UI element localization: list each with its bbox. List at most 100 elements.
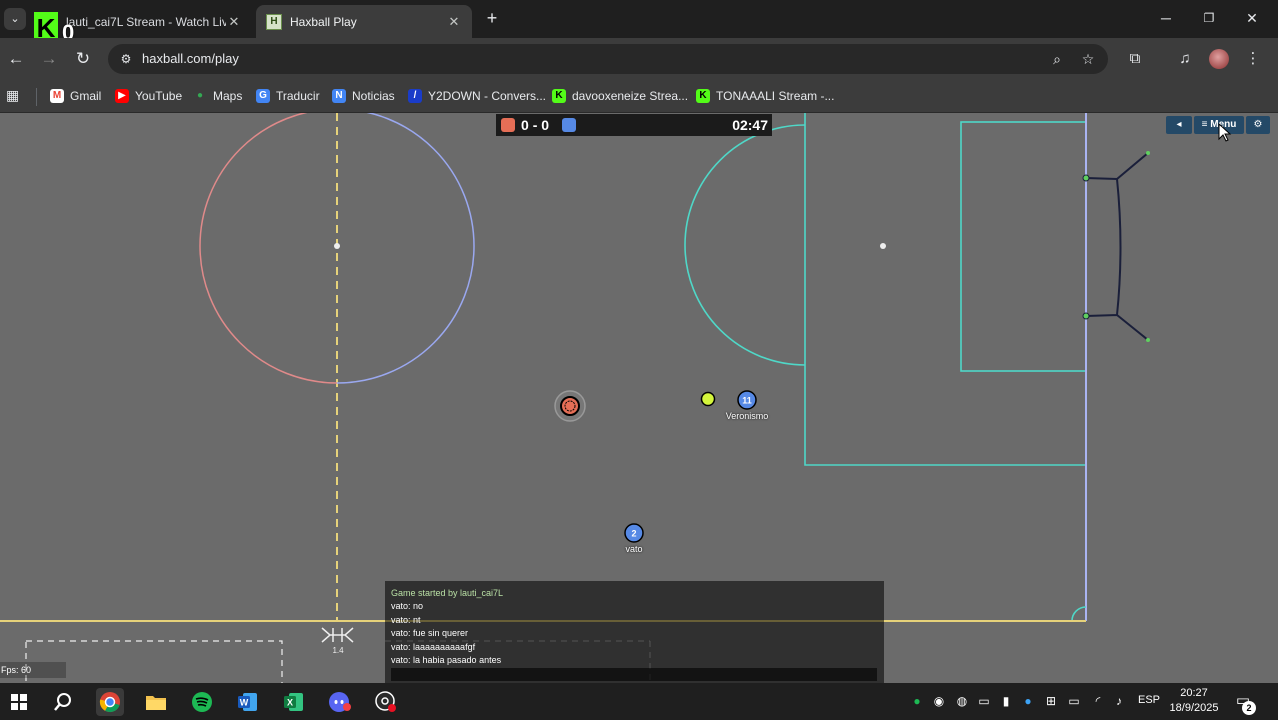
bookmark-label: YouTube: [135, 89, 183, 103]
restore-icon[interactable]: ❐: [1199, 8, 1219, 28]
penalty-arc: [684, 124, 806, 366]
clock-time: 20:27: [1180, 687, 1208, 699]
bookmark-y2down[interactable]: / Y2DOWN - Convers...: [408, 86, 546, 106]
excel-icon[interactable]: X: [280, 688, 308, 716]
browser-toolbar: ← → ↻ ⚙ haxball.com/play ⌕ ☆ ⧉ ♫ ⋮: [0, 38, 1278, 80]
clock-date: 18/9/2025: [1169, 702, 1219, 714]
bookmark-label: Traducir: [276, 89, 320, 103]
network-adapter-tray-icon[interactable]: ⊞: [1043, 693, 1059, 709]
chat-message: vato: laaaaaaaaaafgf: [391, 641, 476, 652]
maps-icon: ●: [196, 90, 204, 101]
browser-tab-strip: ⌄ K lauti_cai7L Stream - Watch Live ✕ H …: [0, 0, 1278, 44]
windows-start-icon[interactable]: [5, 688, 33, 716]
site-info-icon[interactable]: ⚙: [118, 51, 134, 67]
reload-icon[interactable]: ↻: [73, 49, 93, 69]
goal-net: [1085, 152, 1149, 341]
chat-message: vato: no: [391, 601, 424, 612]
battery-icon[interactable]: ▭: [1066, 693, 1082, 709]
fullscreen-icon[interactable]: ◂: [1166, 116, 1192, 134]
tab-haxball[interactable]: H Haxball Play ✕: [256, 5, 472, 38]
url-text[interactable]: haxball.com/play: [142, 51, 239, 66]
minimize-icon[interactable]: ─: [1156, 8, 1176, 28]
news-icon: N: [332, 89, 346, 103]
chat-message: vato: nt: [391, 614, 421, 625]
bookmark-label: Maps: [213, 89, 243, 103]
bookmark-label: Noticias: [352, 89, 395, 103]
bookmark-translate[interactable]: G Traducir: [256, 86, 320, 106]
player-number: 2: [631, 529, 636, 539]
vpn-tray-icon[interactable]: ◍: [954, 693, 970, 709]
score-red: 0: [521, 117, 529, 133]
tab-title: lauti_cai7L Stream - Watch Live: [66, 14, 226, 29]
apps-grid-icon[interactable]: ▦: [6, 87, 22, 103]
bookmarks-bar: ▦ M Gmail ▶ YouTube ● Maps G Traducir N …: [0, 80, 1278, 113]
address-bar[interactable]: ⚙ haxball.com/play ⌕ ☆: [108, 44, 1108, 74]
haxball-game-canvas[interactable]: 1.4 11 2 Veronismo vato 0 - 0 02:47 ◂ ≡ …: [0, 113, 1278, 683]
chat-message: Game started by lauti_cai7L: [391, 588, 504, 598]
obs-icon[interactable]: [372, 688, 400, 716]
system-clock[interactable]: 20:27 18/9/2025: [1168, 686, 1220, 716]
close-tab-icon[interactable]: ✕: [446, 14, 462, 30]
windows-taskbar: W X ● ◉ ◍ ▭ ▮ ● ⊞ ▭ ◜ ♪ ESP 20:27 18/9/2…: [0, 683, 1278, 720]
chat-box: Game started by lauti_cai7L vato: no vat…: [385, 581, 884, 683]
close-window-icon[interactable]: ✕: [1242, 8, 1262, 28]
bookmark-tonaaali[interactable]: K TONAAALI Stream -...: [696, 86, 834, 106]
display-tray-icon[interactable]: ▭: [976, 693, 992, 709]
bookmark-label: Gmail: [70, 89, 102, 103]
language-indicator[interactable]: ESP: [1138, 694, 1160, 706]
extensions-icon[interactable]: ⧉: [1125, 49, 1145, 69]
minimap-label: 1.4: [332, 646, 344, 655]
tab-search-button[interactable]: ⌄: [4, 8, 26, 30]
file-explorer-icon[interactable]: [142, 688, 170, 716]
discord-tray-icon[interactable]: ◉: [931, 693, 947, 709]
zoom-icon[interactable]: ⌕: [1048, 50, 1066, 68]
penalty-area: [804, 113, 1086, 466]
net-anchor: [1146, 338, 1150, 342]
new-tab-button[interactable]: +: [482, 8, 502, 28]
bookmark-label: davooxeneize Strea...: [572, 89, 689, 103]
back-icon[interactable]: ←: [6, 49, 26, 69]
ball: [700, 391, 716, 407]
spotify-tray-icon[interactable]: ●: [909, 693, 925, 709]
score-blue: 0: [541, 117, 550, 133]
discord-app-icon[interactable]: [326, 688, 354, 716]
bookmark-davooxeneize[interactable]: K davooxeneize Strea...: [552, 86, 688, 106]
goal-area: [960, 121, 1087, 372]
more-menu-icon[interactable]: ⋮: [1243, 49, 1263, 69]
center-spot: [334, 243, 340, 249]
bookmark-separator: [36, 88, 37, 106]
bookmark-maps[interactable]: ● Maps: [193, 86, 242, 106]
score-separator: -: [532, 117, 538, 133]
minimap-marker: [321, 627, 354, 643]
kick-icon: K: [552, 89, 566, 103]
bookmark-youtube[interactable]: ▶ YouTube: [115, 86, 182, 106]
kick-icon: K: [696, 89, 710, 103]
wifi-icon[interactable]: ◜: [1090, 693, 1106, 709]
search-icon[interactable]: [49, 688, 77, 716]
hp-tray-icon[interactable]: ●: [1020, 693, 1036, 709]
center-circle-blue: [336, 113, 475, 384]
chrome-icon[interactable]: [96, 688, 124, 716]
close-tab-icon[interactable]: ✕: [226, 14, 242, 30]
chat-input[interactable]: [391, 668, 877, 681]
media-control-icon[interactable]: ♫: [1175, 49, 1195, 69]
profile-avatar[interactable]: [1209, 49, 1229, 69]
settings-gear-icon[interactable]: ⚙: [1246, 116, 1270, 134]
volume-icon[interactable]: ♪: [1111, 693, 1127, 709]
goal-post: [1082, 174, 1090, 182]
spotify-icon[interactable]: [188, 688, 216, 716]
word-icon[interactable]: W: [234, 688, 262, 716]
player-name-label: Veronismo: [725, 411, 769, 421]
haxball-icon: H: [266, 13, 282, 30]
chat-message: vato: fue sin querer: [391, 628, 469, 639]
player-red: [560, 396, 580, 416]
forward-icon[interactable]: →: [39, 49, 59, 69]
microphone-tray-icon[interactable]: ▮: [998, 693, 1014, 709]
tab-title: Haxball Play: [290, 14, 357, 29]
bookmark-news[interactable]: N Noticias: [332, 86, 395, 106]
bookmark-label: TONAAALI Stream -...: [716, 89, 835, 103]
bookmark-star-icon[interactable]: ☆: [1079, 50, 1097, 68]
translate-icon: G: [256, 89, 270, 103]
bookmark-gmail[interactable]: M Gmail: [50, 86, 101, 106]
chat-message: vato: la habia pasado antes: [391, 654, 502, 665]
